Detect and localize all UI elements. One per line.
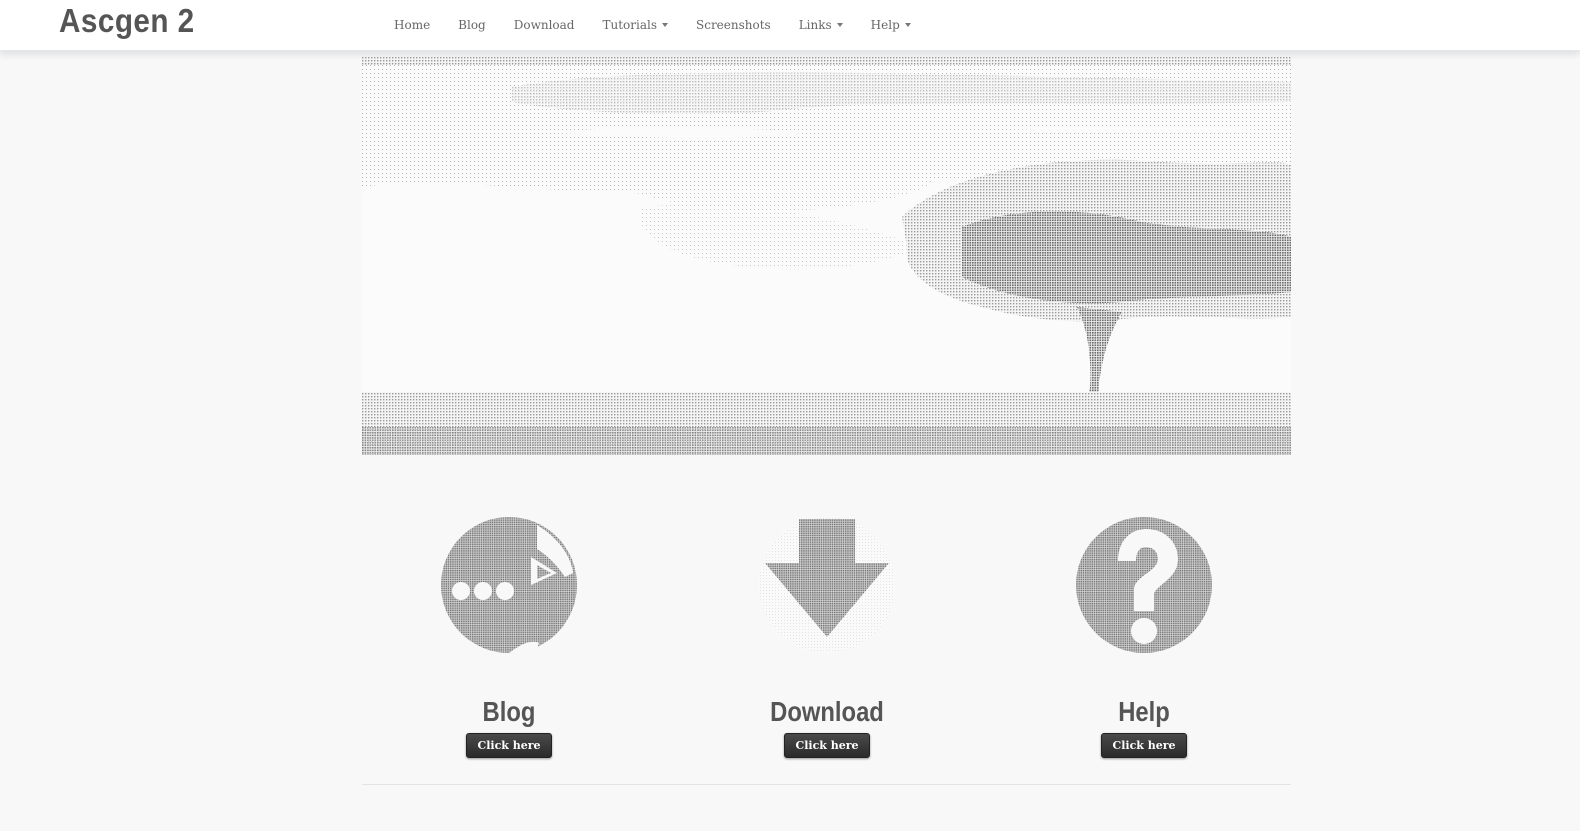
- caret-down-icon: [662, 23, 668, 27]
- feature-title: Help: [1118, 696, 1170, 727]
- blog-click-button[interactable]: Click here: [466, 733, 552, 758]
- feature-blog: Blog Click here: [409, 515, 609, 758]
- nav-label: Screenshots: [696, 18, 771, 32]
- nav-label: Links: [798, 18, 832, 32]
- nav-label: Blog: [458, 18, 486, 32]
- nav-label: Tutorials: [602, 18, 657, 32]
- nav-screenshots[interactable]: Screenshots: [696, 18, 771, 32]
- caret-down-icon: [904, 23, 911, 27]
- nav-help[interactable]: Help: [871, 18, 911, 32]
- feature-title: Download: [770, 696, 884, 727]
- feature-title: Blog: [482, 696, 536, 727]
- nav-label: Download: [513, 18, 575, 32]
- download-arrow-icon[interactable]: [757, 515, 897, 655]
- nav-download[interactable]: Download: [514, 18, 575, 32]
- help-click-button[interactable]: Click here: [1101, 733, 1187, 758]
- question-mark-icon[interactable]: [1074, 515, 1214, 655]
- ascii-art-banner: [362, 57, 1291, 455]
- main-nav: Home Blog Download Tutorials Screenshots…: [380, 0, 925, 50]
- feature-help: Help Click here: [1044, 515, 1244, 758]
- nav-home[interactable]: Home: [394, 18, 430, 32]
- download-click-button[interactable]: Click here: [784, 733, 870, 758]
- chat-bubble-icon[interactable]: [439, 515, 579, 655]
- nav-blog[interactable]: Blog: [458, 18, 486, 32]
- nav-label: Help: [870, 18, 900, 32]
- nav-tutorials[interactable]: Tutorials: [602, 18, 668, 32]
- top-navbar: Ascgen 2 Home Blog Download Tutorials Sc…: [0, 0, 1580, 51]
- section-divider: [362, 784, 1291, 785]
- caret-down-icon: [836, 23, 843, 27]
- nav-links[interactable]: Links: [799, 18, 843, 32]
- feature-download: Download Click here: [727, 515, 927, 758]
- nav-label: Home: [394, 18, 431, 32]
- brand-logo[interactable]: Ascgen 2: [59, 2, 195, 40]
